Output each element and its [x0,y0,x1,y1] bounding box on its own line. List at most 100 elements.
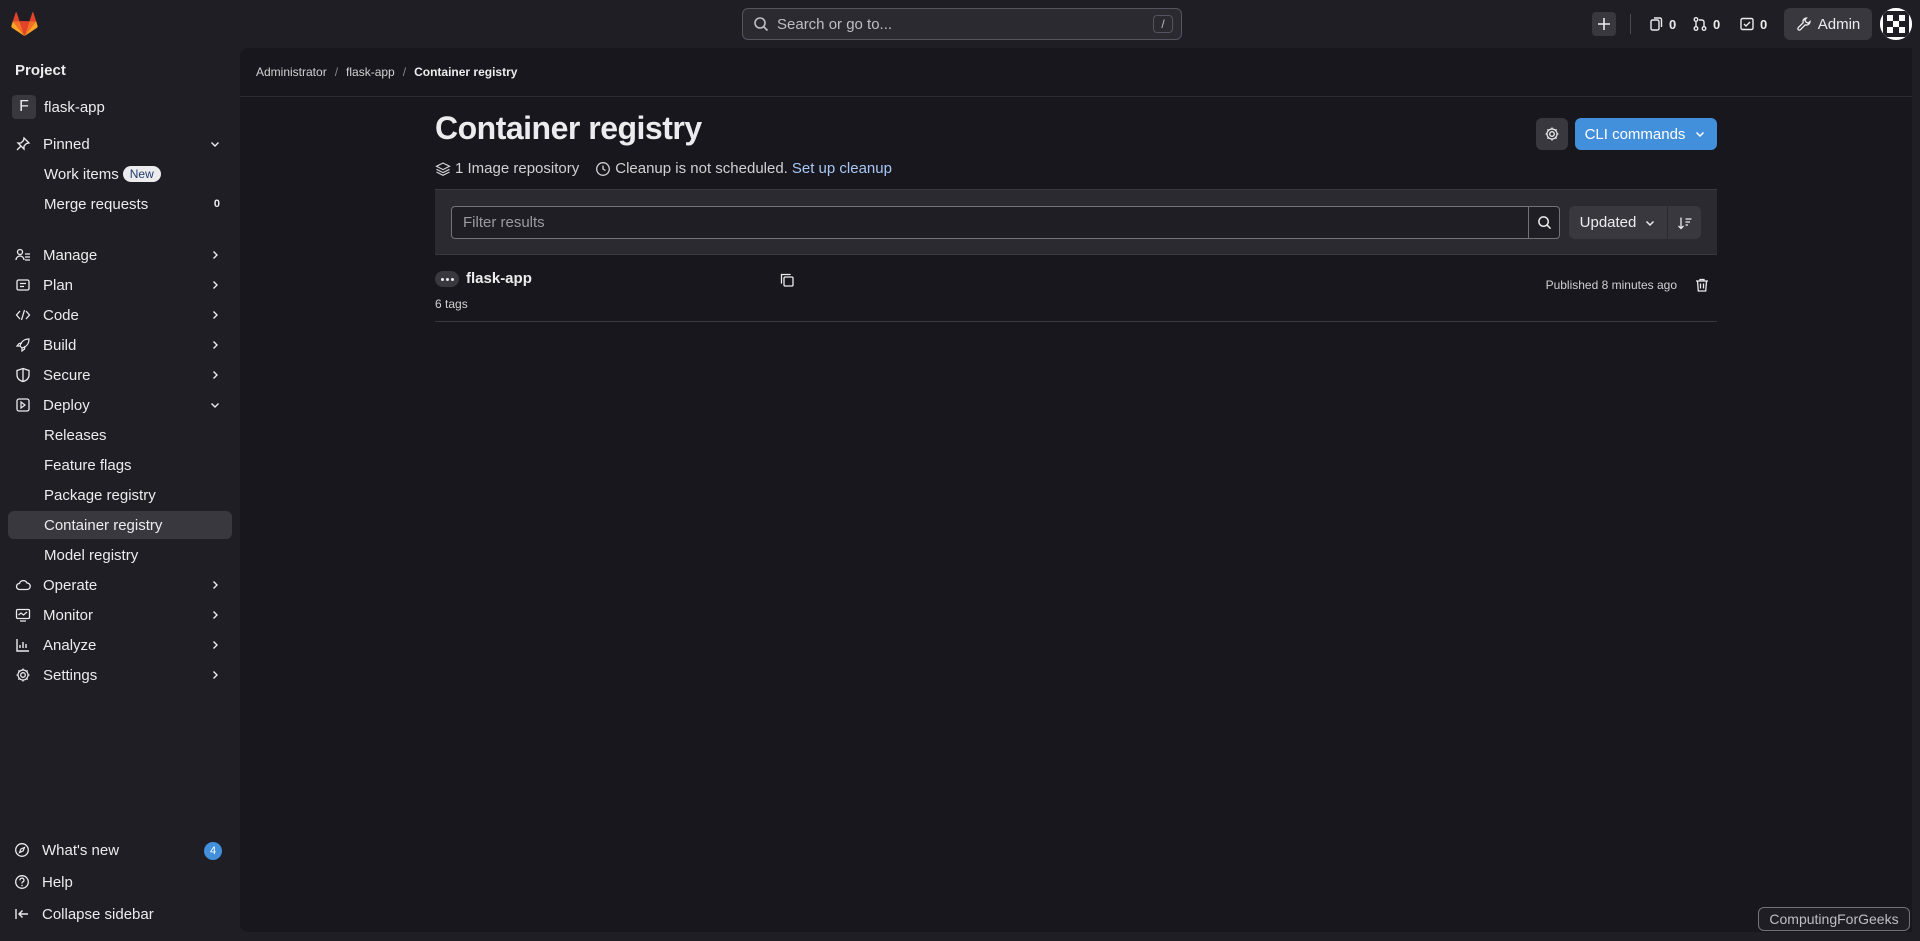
sidebar-item-analyze[interactable]: Analyze [8,631,232,659]
sidebar-section-pinned[interactable]: Pinned [8,130,232,158]
collapse-sidebar-label: Collapse sidebar [42,905,154,923]
sidebar-item-secure[interactable]: Secure [8,361,232,389]
setup-cleanup-link[interactable]: Set up cleanup [792,160,892,177]
sidebar-item-settings[interactable]: Settings [8,661,232,689]
collapse-sidebar-button[interactable]: Collapse sidebar [8,900,232,928]
shield-icon [15,367,31,383]
breadcrumb-separator: / [402,65,407,79]
gitlab-logo-icon[interactable] [11,12,38,37]
cloud-icon [15,577,31,593]
layers-icon [435,161,451,177]
code-icon [15,307,31,323]
breadcrumb-separator: / [334,65,339,79]
page-title: Container registry [435,110,702,146]
cleanup-status: Cleanup is not scheduled. [615,160,788,177]
todos-counter-button[interactable]: 0 [1739,10,1767,38]
user-avatar[interactable] [1880,8,1912,40]
sidebar-item-label: Feature flags [44,456,132,474]
repository-name-link[interactable]: flask-app [466,270,532,287]
sidebar-item-code[interactable]: Code [8,301,232,329]
chevron-right-icon [208,578,222,592]
rocket-icon [15,337,31,353]
sidebar-item-label: Secure [43,366,91,384]
sidebar-title: Project [15,62,66,79]
chevron-right-icon [208,668,222,682]
plan-icon [15,277,31,293]
sidebar-item-label: Work items [44,165,119,183]
issues-counter-button[interactable]: 0 [1648,10,1676,38]
filter-results-input[interactable]: Filter results [451,206,1529,239]
breadcrumb-item[interactable]: flask-app [346,65,395,79]
todos-count: 0 [1760,16,1768,32]
chevron-down-icon [1693,127,1707,141]
gear-icon [1544,126,1560,142]
gear-icon [15,667,31,683]
sidebar-item-label: Plan [43,276,74,294]
search-icon [753,16,769,32]
cli-commands-button[interactable]: CLI commands [1575,118,1717,150]
breadcrumb-item[interactable]: Administrator [256,65,327,79]
breadcrumb-current[interactable]: Container registry [414,65,517,79]
filter-search-button[interactable] [1528,206,1560,239]
sidebar-item-merge-requests[interactable]: Merge requests 0 [8,190,232,218]
sidebar-item-deploy[interactable]: Deploy [8,391,232,419]
sidebar-item-label: Monitor [43,606,94,624]
sidebar-item-releases[interactable]: Releases [8,421,232,449]
create-new-button[interactable] [1592,12,1616,36]
merge-request-icon [1692,16,1708,32]
sidebar-item-feature-flags[interactable]: Feature flags [8,451,232,479]
help-icon [14,874,30,890]
copy-icon[interactable] [779,272,795,288]
sidebar-item-operate[interactable]: Operate [8,571,232,599]
compass-icon [14,842,30,858]
sidebar-item-label: Manage [43,246,98,264]
sidebar-item-monitor[interactable]: Monitor [8,601,232,629]
trash-icon[interactable] [1694,277,1710,293]
cli-commands-label: CLI commands [1584,125,1686,143]
image-repository-count: 1 Image repository [455,160,580,177]
filter-placeholder: Filter results [463,214,545,231]
sidebar-item-label: Releases [44,426,107,444]
search-placeholder: Search or go to... [777,15,893,33]
help-label: Help [42,873,73,891]
sidebar-help[interactable]: Help [8,868,232,896]
todo-icon [1739,16,1755,32]
sidebar-item-package-registry[interactable]: Package registry [8,481,232,509]
sidebar-whats-new[interactable]: What's new 4 [8,836,232,864]
sidebar-item-label: Build [43,336,77,354]
chevron-right-icon [208,638,222,652]
merge-requests-counter-button[interactable]: 0 [1692,10,1720,38]
sidebar-item-build[interactable]: Build [8,331,232,359]
sidebar-item-work-items[interactable]: Work items New [8,160,232,188]
topbar-divider [1630,14,1631,34]
sort-by-dropdown[interactable]: Updated [1569,206,1667,239]
project-switcher[interactable]: F flask-app [12,95,105,119]
repository-published: Published 8 minutes ago [1545,278,1677,292]
chevron-right-icon [208,308,222,322]
whats-new-label: What's new [42,841,120,859]
project-name: flask-app [44,98,105,116]
search-shortcut-hint: / [1153,15,1173,33]
deploy-icon [15,397,31,413]
sidebar-item-manage[interactable]: Manage [8,241,232,269]
chevron-down-icon [1644,217,1656,229]
admin-label: Admin [1817,15,1861,33]
breadcrumb-divider [240,96,1912,97]
admin-button[interactable]: Admin [1784,8,1872,40]
registry-settings-button[interactable] [1536,118,1568,150]
repository-tags-count: 6 tags [435,297,468,311]
global-search-input[interactable]: Search or go to... / [742,8,1182,40]
monitor-icon [15,607,31,623]
sidebar-item-container-registry[interactable]: Container registry [8,511,232,539]
chevron-right-icon [208,608,222,622]
sidebar-item-plan[interactable]: Plan [8,271,232,299]
sidebar-item-model-registry[interactable]: Model registry [8,541,232,569]
sidebar-item-label: Deploy [43,396,90,414]
repository-row: flask-app 6 tags Published 8 minutes ago [435,255,1717,322]
more-actions-icon[interactable] [435,271,459,287]
sidebar-item-label: Container registry [44,516,163,534]
chevron-down-icon [208,398,222,412]
registry-meta: 1 Image repository Cleanup is not schedu… [435,160,892,177]
breadcrumb: Administrator / flask-app / Container re… [256,65,517,79]
sort-direction-button[interactable] [1668,206,1701,239]
